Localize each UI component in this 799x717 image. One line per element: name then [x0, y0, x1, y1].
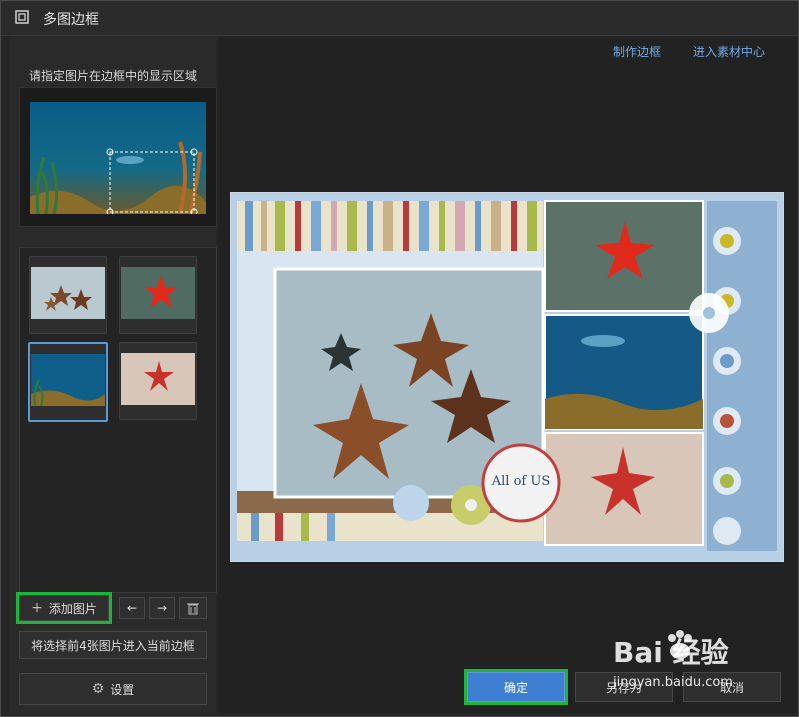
left-panel: 请指定图片在边框中的显示区域 + 添加图片 ← → 将选择前4张图片进入当前边框…: [9, 37, 217, 713]
add-image-button[interactable]: + 添加图片: [16, 592, 112, 624]
thumbnail-starfish-sand[interactable]: [29, 256, 107, 334]
enter-material-center-link[interactable]: 进入素材中心: [693, 43, 765, 60]
main-preview-area: 制作边框 进入素材中心 All of US 确定 另存为 取消: [219, 37, 797, 713]
move-right-button[interactable]: →: [149, 597, 175, 619]
ok-label: 确定: [503, 680, 528, 695]
cancel-label: 取消: [719, 680, 744, 695]
crop-preview[interactable]: [19, 87, 217, 227]
thumbnail-list: [19, 247, 217, 593]
save-as-button[interactable]: 另存为: [575, 672, 673, 702]
thumbnail-red-starfish-beach[interactable]: [119, 342, 197, 420]
save-as-label: 另存为: [605, 680, 642, 695]
ok-button[interactable]: 确定: [464, 669, 568, 705]
underwater-preview-image: [30, 102, 206, 214]
collage-badge-text: All of US: [491, 474, 550, 489]
gear-icon: ⚙: [91, 681, 105, 697]
apply-first-four-button[interactable]: 将选择前4张图片进入当前边框: [19, 631, 207, 659]
settings-button[interactable]: ⚙ 设置: [19, 673, 207, 705]
red-starfish-beach-image: [121, 353, 195, 405]
thumbnail-underwater-scene[interactable]: [28, 342, 108, 422]
frame-app-icon: [15, 10, 29, 24]
starfish-sand-image: [31, 267, 105, 319]
apply-first-four-label: 将选择前4张图片进入当前边框: [31, 638, 195, 653]
make-border-link[interactable]: 制作边框: [613, 43, 661, 60]
display-area-hint: 请指定图片在边框中的显示区域: [28, 69, 197, 83]
trash-icon: [187, 603, 199, 614]
add-image-label: 添加图片: [48, 601, 97, 616]
multi-image-border-window: 多图边框 请指定图片在边框中的显示区域 + 添加图片 ← → 将选择前4张图片进…: [0, 0, 799, 717]
title-bar: 多图边框: [1, 1, 798, 36]
plus-icon: +: [31, 600, 43, 616]
underwater-scene-image: [31, 354, 105, 406]
window-title: 多图边框: [43, 12, 99, 28]
settings-label: 设置: [110, 682, 135, 697]
arrow-left-icon: ←: [126, 601, 138, 615]
delete-button[interactable]: [179, 597, 207, 619]
red-starfish-reef-image: [121, 267, 195, 319]
cancel-button[interactable]: 取消: [683, 672, 781, 702]
arrow-right-icon: →: [156, 601, 168, 615]
collage-artwork: All of US: [231, 193, 783, 561]
collage-canvas[interactable]: All of US: [230, 192, 784, 562]
thumbnail-red-starfish-reef[interactable]: [119, 256, 197, 334]
move-left-button[interactable]: ←: [119, 597, 145, 619]
